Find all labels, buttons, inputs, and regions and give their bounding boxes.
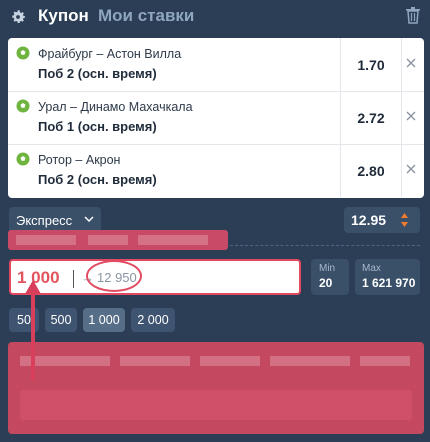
chevron-down-icon [84,216,94,223]
soccer-ball-icon [16,152,30,166]
trash-icon[interactable] [405,6,421,24]
close-icon[interactable] [404,162,418,176]
quick-amount-button[interactable]: 1 000 [83,308,125,332]
page-title[interactable]: Купон [38,6,89,26]
bet-type-label: Экспресс [16,212,73,228]
max-value: 1 621 970 [362,276,416,290]
close-icon[interactable] [404,56,418,70]
bet-teams: Урал – Динамо Махачкала [38,100,193,114]
bet-teams: Ротор – Акрон [38,153,121,167]
min-value: 20 [319,276,333,290]
quick-amount-button[interactable]: 2 000 [131,308,175,332]
bet-market: Поб 1 (осн. время) [38,119,157,134]
soccer-ball-icon [16,99,30,113]
quick-amount-button[interactable]: 500 [45,308,77,332]
bet-item: Урал – Динамо Махачкала Поб 1 (осн. врем… [8,91,424,145]
max-label: Max [362,263,381,274]
redacted-area [8,342,424,434]
bet-market: Поб 2 (осн. время) [38,66,157,81]
bet-item: Ротор – Акрон Поб 2 (осн. время) 2.80 [8,144,424,197]
redacted-button [20,390,412,420]
bet-odd: 1.70 [340,38,402,91]
soccer-ball-icon [16,46,30,60]
odds-change-icon [401,213,408,227]
bet-odd: 2.72 [340,91,402,144]
text-cursor [73,270,74,288]
total-odd-value: 12.95 [351,212,387,228]
bet-teams: Фрайбург – Астон Вилла [38,47,182,61]
close-icon[interactable] [404,109,418,123]
stake-value: 1 000 [17,268,60,287]
quick-amount-button[interactable]: 50 [9,308,39,332]
tab-my-bets[interactable]: Мои ставки [98,6,194,26]
min-label: Min [319,263,336,274]
bet-item: Фрайбург – Астон Вилла Поб 2 (осн. время… [8,38,424,92]
total-odd: 12.95 [344,207,420,233]
max-stake-button[interactable]: Max 1 621 970 [355,259,420,295]
bet-list: Фрайбург – Астон Вилла Поб 2 (осн. время… [8,38,424,198]
bet-market: Поб 2 (осн. время) [38,172,157,187]
coupon-header: Купон Мои ставки [0,0,430,36]
redacted-text [8,230,228,250]
divider [230,245,420,246]
payout-highlight-circle [86,260,142,292]
min-stake-button[interactable]: Min 20 [311,259,349,295]
gear-icon[interactable] [9,8,27,26]
stake-input[interactable]: 1 000 → 12 950 [9,259,301,295]
bet-odd: 2.80 [340,144,402,197]
